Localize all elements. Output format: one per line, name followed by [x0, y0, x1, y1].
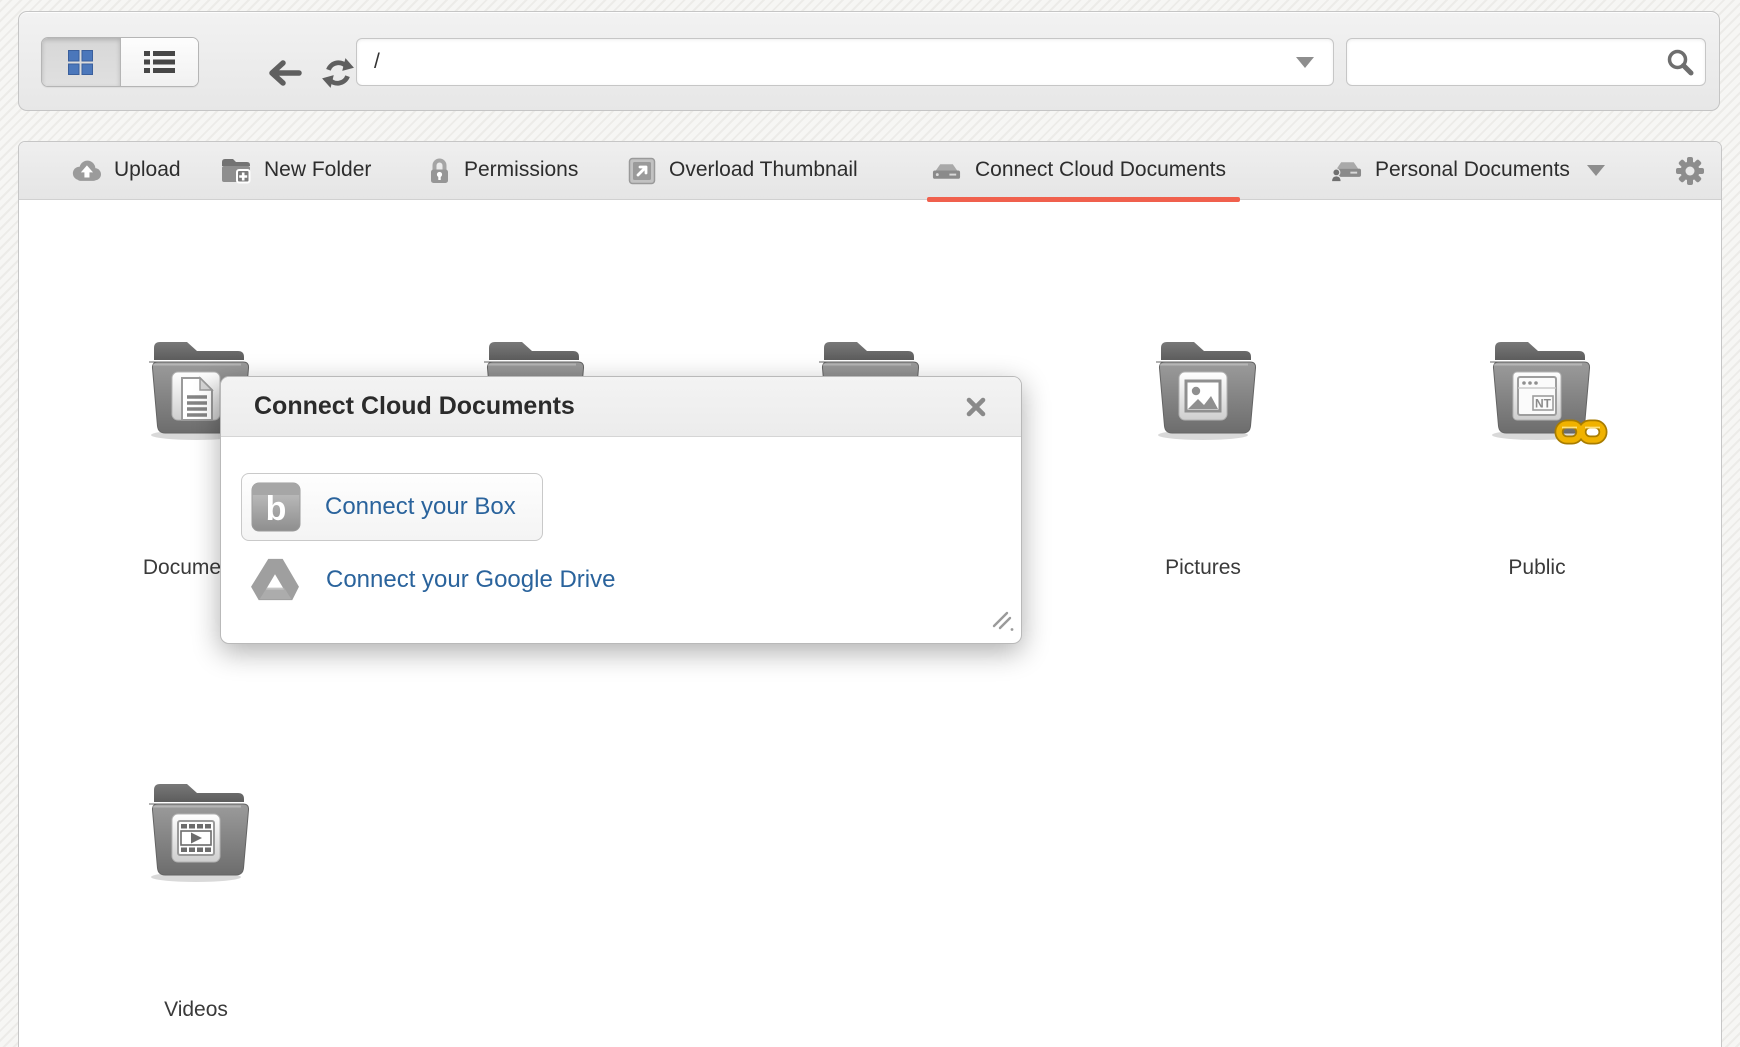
connect-box-button[interactable]: b Connect your Box [241, 473, 543, 541]
upload-cloud-icon [71, 159, 101, 182]
folder-icon-videos [134, 775, 258, 894]
list-view-icon [144, 50, 175, 74]
resize-grip-icon [989, 607, 1015, 633]
new-folder-label: New Folder [264, 158, 371, 182]
top-toolbar [18, 11, 1720, 111]
resize-handle[interactable] [989, 607, 1015, 638]
upload-label: Upload [114, 158, 181, 182]
folder-label-public: Public [1427, 556, 1647, 580]
path-dropdown-button[interactable] [1296, 57, 1314, 68]
connect-box-label: Connect your Box [325, 493, 516, 521]
new-folder-button[interactable]: New Folder [220, 142, 371, 199]
back-button[interactable] [265, 59, 303, 92]
google-drive-icon [249, 557, 301, 603]
search-button[interactable] [1666, 48, 1694, 81]
upload-button[interactable]: Upload [71, 142, 181, 199]
path-field-wrap [356, 38, 1334, 86]
folder-icon-public: NT [1475, 333, 1599, 452]
connect-cloud-documents-label: Connect Cloud Documents [975, 158, 1226, 182]
overload-thumbnail-label: Overload Thumbnail [669, 158, 858, 182]
overload-thumbnail-icon [628, 157, 656, 185]
search-icon [1666, 48, 1694, 76]
box-letter: b [266, 490, 287, 528]
folder-label-pictures: Pictures [1093, 556, 1313, 580]
chevron-down-icon [1296, 57, 1314, 68]
settings-button[interactable] [1675, 156, 1705, 191]
close-icon [964, 395, 988, 419]
folder-public[interactable]: NT Public [1427, 333, 1647, 580]
nt-badge-text: NT [1535, 397, 1552, 411]
folder-label-videos: Videos [86, 998, 306, 1022]
list-view-button[interactable] [120, 38, 199, 86]
connect-cloud-documents-dialog: Connect Cloud Documents b Connect your B… [220, 376, 1022, 644]
refresh-icon [321, 56, 355, 90]
search-input[interactable] [1346, 38, 1706, 86]
action-toolbar: Upload New Folder Permissions [19, 142, 1721, 200]
box-logo-icon: b [251, 482, 301, 532]
refresh-button[interactable] [321, 56, 355, 95]
permissions-button[interactable]: Permissions [428, 142, 578, 199]
back-arrow-icon [265, 59, 303, 87]
chevron-down-icon [1587, 165, 1605, 176]
connect-cloud-documents-tab[interactable]: Connect Cloud Documents [931, 142, 1226, 199]
folder-pictures[interactable]: Pictures [1093, 333, 1313, 580]
personal-documents-label: Personal Documents [1375, 158, 1570, 182]
folder-icon-pictures [1141, 333, 1265, 452]
gear-icon [1675, 156, 1705, 186]
dialog-header[interactable]: Connect Cloud Documents [221, 377, 1021, 437]
search-field-wrap [1346, 38, 1706, 86]
personal-drive-icon [1331, 159, 1362, 183]
new-folder-icon [220, 157, 251, 184]
lock-icon [428, 157, 451, 185]
view-toggle-group [41, 37, 199, 87]
overload-thumbnail-button[interactable]: Overload Thumbnail [628, 142, 858, 199]
shared-link-icon [1553, 417, 1609, 452]
cloud-drive-icon [931, 161, 962, 181]
path-input[interactable] [356, 38, 1334, 86]
permissions-label: Permissions [464, 158, 578, 182]
personal-documents-menu[interactable]: Personal Documents [1331, 142, 1605, 199]
dialog-title: Connect Cloud Documents [254, 392, 575, 421]
folder-videos[interactable]: Videos [86, 775, 306, 1022]
close-button[interactable] [961, 392, 991, 422]
grid-view-button[interactable] [42, 38, 120, 86]
connect-google-drive-link[interactable]: Connect your Google Drive [249, 557, 615, 603]
grid-view-icon [67, 49, 94, 76]
connect-google-drive-label: Connect your Google Drive [326, 566, 615, 594]
